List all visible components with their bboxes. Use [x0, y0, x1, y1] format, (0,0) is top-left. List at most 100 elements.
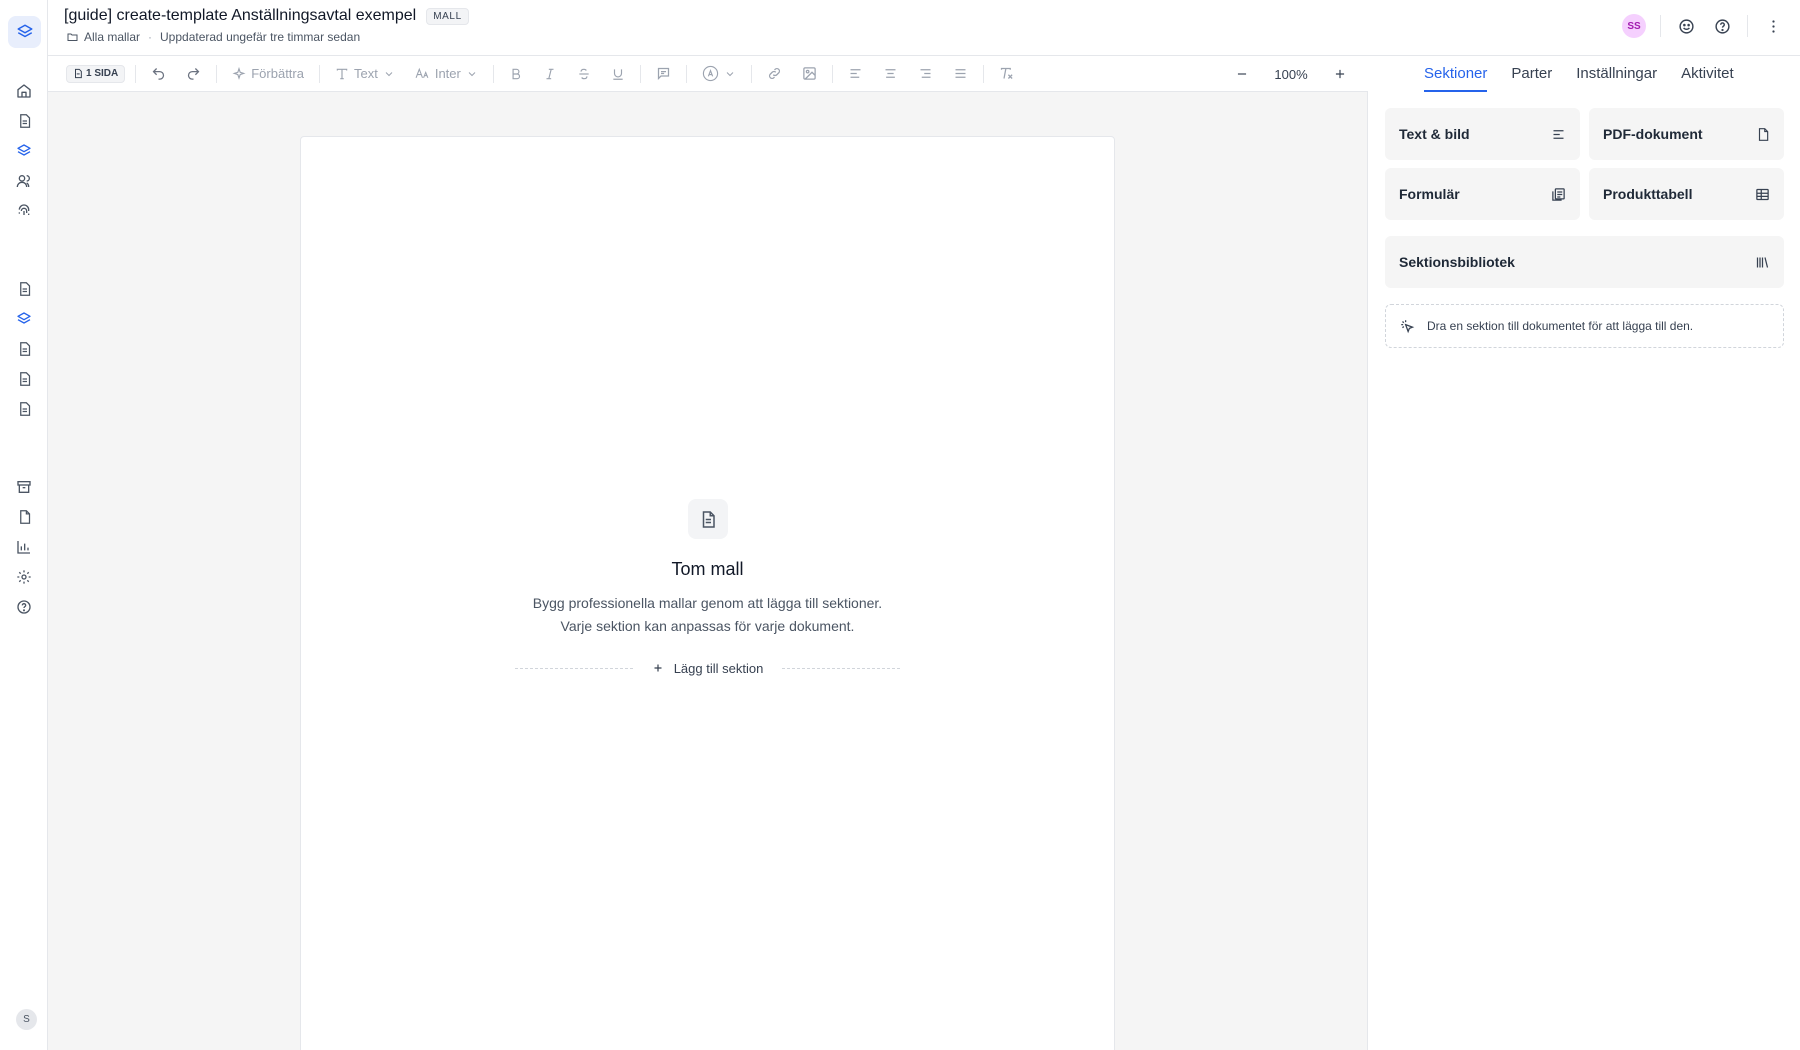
link-button[interactable] — [762, 62, 787, 86]
divider — [216, 64, 218, 83]
tab-aktivitet[interactable]: Aktivitet — [1681, 56, 1734, 92]
section-card-text-image[interactable]: Text & bild — [1385, 108, 1580, 160]
strikethrough-button[interactable] — [572, 62, 596, 86]
app-root: S [guide] create-template Anställningsav… — [0, 0, 1800, 1050]
header-actions: SS — [1622, 14, 1784, 38]
divider — [135, 64, 137, 83]
document-icon[interactable] — [14, 369, 34, 389]
dashed-divider — [515, 668, 633, 669]
image-button[interactable] — [797, 62, 822, 86]
bar-chart-icon[interactable] — [14, 537, 34, 557]
breadcrumb: Alla mallar · Uppdaterad ungefär tre tim… — [66, 30, 360, 44]
page-count: 1 SIDA — [86, 68, 119, 79]
undo-button[interactable] — [146, 62, 171, 86]
divider — [982, 64, 984, 83]
clear-format-button[interactable] — [994, 62, 1019, 86]
more-vertical-icon[interactable] — [1762, 15, 1784, 37]
file-icon[interactable] — [14, 507, 34, 527]
font-dropdown[interactable]: Inter — [410, 62, 483, 86]
empty-state: Tom mall Bygg professionella mallar geno… — [301, 499, 1114, 678]
text-style-label: Text — [353, 66, 378, 81]
align-center-button[interactable] — [878, 62, 903, 86]
section-card-label: Formulär — [1399, 186, 1460, 202]
user-avatar[interactable]: S — [16, 1009, 37, 1030]
italic-button[interactable] — [538, 62, 562, 86]
left-rail: S — [0, 0, 48, 1050]
editor-canvas: Tom mall Bygg professionella mallar geno… — [48, 92, 1368, 1050]
page-icon — [73, 68, 83, 79]
templates-layers-icon[interactable] — [14, 141, 34, 161]
template-badge: MALL — [426, 7, 469, 25]
panel-tabs: Sektioner Parter Inställningar Aktivitet — [1424, 56, 1734, 92]
breadcrumb-separator: · — [148, 30, 153, 44]
section-card-form[interactable]: Formulär — [1385, 168, 1580, 220]
divider — [1660, 15, 1661, 37]
archive-icon[interactable] — [14, 477, 34, 497]
chevron-down-icon — [383, 68, 395, 80]
align-right-button[interactable] — [913, 62, 938, 86]
templates-layers-icon[interactable] — [14, 309, 34, 329]
bold-button[interactable] — [504, 62, 528, 86]
document-icon — [687, 499, 728, 539]
tab-installningar[interactable]: Inställningar — [1576, 56, 1657, 92]
help-icon[interactable] — [14, 597, 34, 617]
all-templates-link[interactable]: Alla mallar — [66, 30, 140, 44]
all-templates-label: Alla mallar — [84, 30, 141, 44]
divider — [750, 64, 752, 83]
comment-button[interactable] — [651, 62, 676, 86]
tab-sektioner[interactable]: Sektioner — [1424, 56, 1488, 92]
updated-status: Uppdaterad ungefär tre timmar sedan — [160, 30, 361, 44]
document-icon[interactable] — [14, 339, 34, 359]
plus-icon — [652, 662, 664, 674]
divider — [492, 64, 494, 83]
font-label: Inter — [434, 66, 461, 81]
improve-label: Förbättra — [251, 66, 304, 81]
text-style-dropdown[interactable]: Text — [330, 62, 400, 86]
align-justify-button[interactable] — [948, 62, 973, 86]
contacts-icon[interactable] — [14, 171, 34, 191]
tab-parter[interactable]: Parter — [1511, 56, 1552, 92]
document-icon[interactable] — [14, 279, 34, 299]
section-card-library[interactable]: Sektionsbibliotek — [1385, 236, 1784, 288]
add-section-button[interactable]: Lägg till sektion — [652, 661, 763, 676]
help-icon[interactable] — [1711, 15, 1733, 37]
library-icon — [1755, 255, 1770, 270]
underline-button[interactable] — [606, 62, 630, 86]
document-icon[interactable] — [14, 399, 34, 419]
editor-toolbar: 1 SIDA Förbättra Text Inter 100% — [48, 56, 1368, 92]
home-icon[interactable] — [14, 81, 34, 101]
page-title[interactable]: [guide] create-template Anställningsavta… — [64, 7, 416, 25]
fingerprint-icon[interactable] — [14, 201, 34, 221]
section-card-pdf[interactable]: PDF-dokument — [1589, 108, 1784, 160]
zoom-out-button[interactable] — [1230, 62, 1254, 86]
divider — [1747, 15, 1748, 37]
section-card-label: Sektionsbibliotek — [1399, 254, 1515, 270]
table-icon — [1755, 187, 1770, 202]
folder-icon — [66, 31, 79, 43]
section-card-product-table[interactable]: Produkttabell — [1589, 168, 1784, 220]
zoom-level: 100% — [1274, 66, 1308, 82]
text-color-dropdown[interactable] — [697, 62, 741, 86]
align-left-button[interactable] — [843, 62, 868, 86]
divider — [639, 64, 641, 83]
chevron-down-icon — [466, 68, 478, 80]
improve-button[interactable]: Förbättra — [227, 62, 309, 86]
layers-logo-icon[interactable] — [8, 16, 41, 48]
chevron-down-icon — [724, 68, 736, 80]
document-page[interactable]: Tom mall Bygg professionella mallar geno… — [300, 136, 1115, 1050]
gear-icon[interactable] — [14, 567, 34, 587]
drag-pointer-icon — [1400, 319, 1415, 334]
divider — [831, 64, 833, 83]
smiley-icon[interactable] — [1675, 15, 1697, 37]
user-avatar-badge[interactable]: SS — [1622, 14, 1646, 38]
form-icon — [1551, 187, 1566, 202]
empty-state-description: Bygg professionella mallar genom att läg… — [301, 592, 1114, 638]
dashed-divider — [782, 668, 900, 669]
divider — [685, 64, 687, 83]
empty-state-line-2: Varje sektion kan anpassas för varje dok… — [560, 618, 855, 634]
sparkle-icon — [232, 66, 246, 81]
document-icon[interactable] — [14, 111, 34, 131]
page-count-badge: 1 SIDA — [66, 64, 126, 83]
zoom-in-button[interactable] — [1328, 62, 1352, 86]
redo-button[interactable] — [181, 62, 206, 86]
